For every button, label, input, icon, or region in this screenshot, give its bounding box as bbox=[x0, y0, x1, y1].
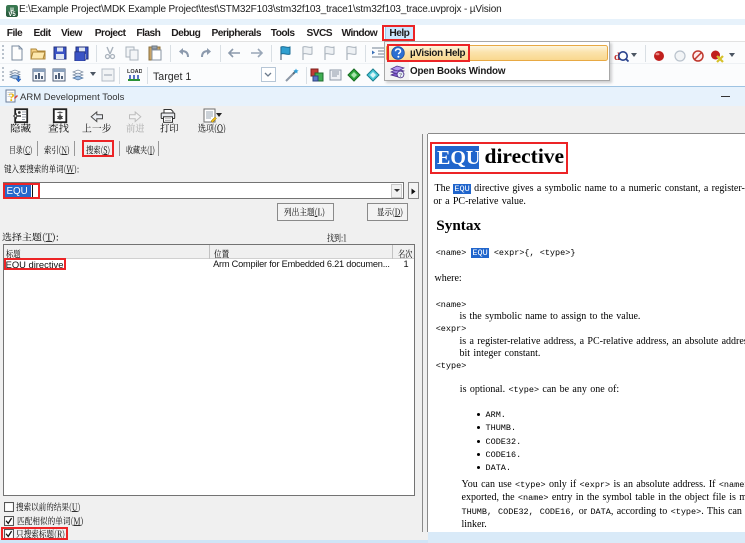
svg-text:?: ? bbox=[399, 72, 402, 79]
svg-text:LOAD: LOAD bbox=[127, 69, 142, 75]
svg-text:V5: V5 bbox=[8, 12, 16, 17]
svg-text:?: ? bbox=[9, 90, 15, 103]
